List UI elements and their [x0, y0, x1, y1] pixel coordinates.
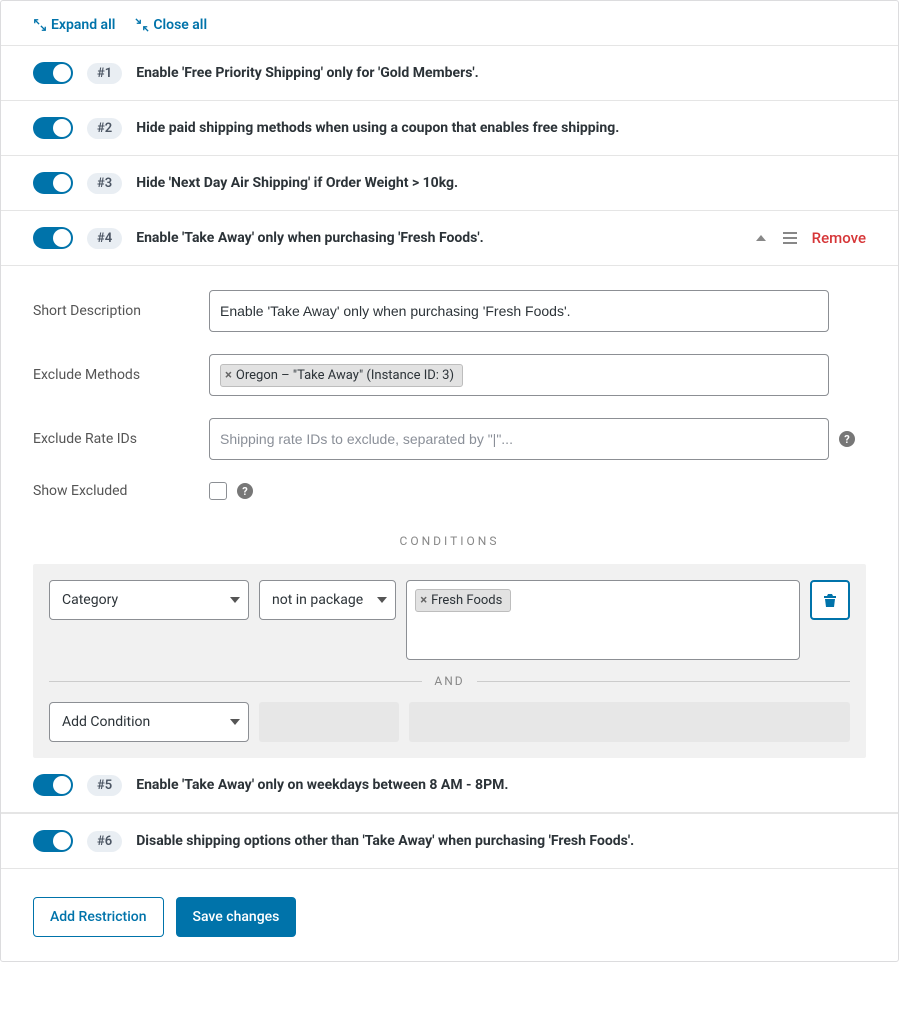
save-changes-label: Save changes	[193, 909, 280, 925]
rule-badge: #2	[87, 118, 122, 139]
field-exclude-methods: Exclude Methods × Oregon – "Take Away" (…	[33, 354, 866, 396]
value-tag: × Fresh Foods	[415, 589, 511, 612]
rule-toggle[interactable]	[33, 227, 73, 249]
chevron-down-icon	[377, 597, 387, 603]
value-tag-label: Fresh Foods	[431, 593, 502, 608]
expand-all-label: Expand all	[51, 17, 115, 33]
add-condition-label: Add Condition	[62, 714, 150, 730]
save-changes-button[interactable]: Save changes	[176, 897, 297, 937]
rule-title: Enable 'Free Priority Shipping' only for…	[136, 65, 866, 81]
footer: Add Restriction Save changes	[1, 869, 898, 937]
method-tag: × Oregon – "Take Away" (Instance ID: 3)	[220, 364, 463, 387]
rule-toggle[interactable]	[33, 774, 73, 796]
condition-value-input[interactable]: × Fresh Foods	[406, 580, 800, 660]
short-description-label: Short Description	[33, 303, 193, 319]
close-all-link[interactable]: Close all	[135, 17, 207, 33]
condition-row: Category not in package × Fresh Foods	[49, 580, 850, 660]
rule-toggle[interactable]	[33, 172, 73, 194]
rule-row[interactable]: #1 Enable 'Free Priority Shipping' only …	[1, 46, 898, 101]
rule-detail: Short Description Exclude Methods × Oreg…	[1, 266, 898, 500]
chevron-down-icon	[230, 597, 240, 603]
exclude-methods-input[interactable]: × Oregon – "Take Away" (Instance ID: 3)	[209, 354, 829, 396]
collapse-icon	[135, 18, 149, 32]
trash-icon	[822, 592, 838, 608]
and-label: AND	[434, 674, 464, 688]
remove-tag-icon[interactable]: ×	[225, 369, 232, 382]
rule-toggle[interactable]	[33, 62, 73, 84]
field-short-description: Short Description	[33, 290, 866, 332]
condition-operator-value: not in package	[272, 592, 363, 608]
help-icon[interactable]: ?	[839, 431, 855, 447]
rule-row[interactable]: #6 Disable shipping options other than '…	[1, 813, 898, 869]
add-restriction-label: Add Restriction	[50, 909, 147, 925]
rule-badge: #5	[87, 775, 122, 796]
row-actions: Remove	[754, 229, 866, 247]
remove-link[interactable]: Remove	[812, 229, 866, 247]
exclude-rate-ids-label: Exclude Rate IDs	[33, 431, 193, 447]
conditions-header: CONDITIONS	[1, 522, 898, 564]
placeholder-value	[409, 702, 850, 742]
chevron-down-icon	[230, 719, 240, 725]
rule-title: Hide paid shipping methods when using a …	[136, 120, 866, 136]
delete-condition-button[interactable]	[810, 580, 850, 620]
rule-row[interactable]: #3 Hide 'Next Day Air Shipping' if Order…	[1, 156, 898, 211]
add-restriction-button[interactable]: Add Restriction	[33, 897, 164, 937]
field-show-excluded: Show Excluded ?	[33, 482, 866, 500]
rule-row-expanded[interactable]: #4 Enable 'Take Away' only when purchasi…	[1, 211, 898, 266]
condition-operator-select[interactable]: not in package	[259, 580, 396, 620]
conditions-area: Category not in package × Fresh Foods AN…	[33, 564, 866, 758]
rule-title: Hide 'Next Day Air Shipping' if Order We…	[136, 175, 866, 191]
show-excluded-label: Show Excluded	[33, 483, 193, 499]
field-exclude-rate-ids: Exclude Rate IDs ?	[33, 418, 866, 460]
exclude-methods-label: Exclude Methods	[33, 367, 193, 383]
short-description-input[interactable]	[209, 290, 829, 332]
condition-field-value: Category	[62, 592, 118, 608]
condition-field-select[interactable]: Category	[49, 580, 249, 620]
rule-badge: #6	[87, 831, 122, 852]
and-divider: AND	[49, 674, 850, 688]
remove-tag-icon[interactable]: ×	[420, 594, 427, 607]
add-condition-select[interactable]: Add Condition	[49, 702, 249, 742]
rule-row[interactable]: #2 Hide paid shipping methods when using…	[1, 101, 898, 156]
add-condition-row: Add Condition	[49, 702, 850, 742]
show-excluded-checkbox[interactable]	[209, 482, 227, 500]
rule-title: Enable 'Take Away' only on weekdays betw…	[136, 777, 866, 793]
close-all-label: Close all	[153, 17, 207, 33]
restrictions-panel: Expand all Close all #1 Enable 'Free Pri…	[0, 0, 899, 962]
drag-handle-icon[interactable]	[782, 231, 798, 245]
exclude-rate-ids-input[interactable]	[209, 418, 829, 460]
rule-badge: #4	[87, 228, 122, 249]
expand-all-link[interactable]: Expand all	[33, 17, 115, 33]
rule-badge: #1	[87, 63, 122, 84]
help-icon[interactable]: ?	[237, 483, 253, 499]
method-tag-label: Oregon – "Take Away" (Instance ID: 3)	[236, 368, 454, 383]
toolbar: Expand all Close all	[1, 1, 898, 46]
rule-badge: #3	[87, 173, 122, 194]
rule-toggle[interactable]	[33, 830, 73, 852]
rule-toggle[interactable]	[33, 117, 73, 139]
expand-icon	[33, 18, 47, 32]
collapse-icon[interactable]	[754, 231, 768, 245]
rule-row[interactable]: #5 Enable 'Take Away' only on weekdays b…	[1, 758, 898, 813]
placeholder-operator	[259, 702, 399, 742]
rule-title: Enable 'Take Away' only when purchasing …	[136, 230, 739, 246]
rule-title: Disable shipping options other than 'Tak…	[136, 833, 866, 849]
